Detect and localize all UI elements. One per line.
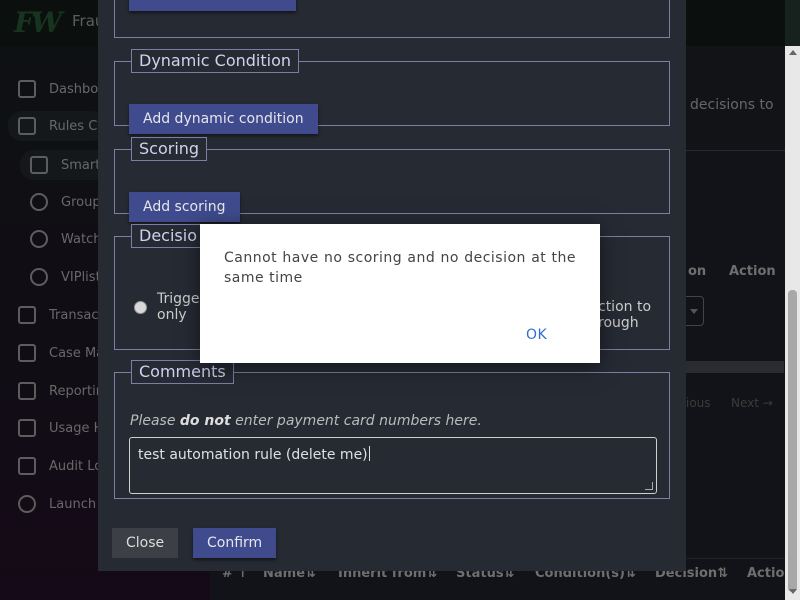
comments-warning-emphasis: do not (179, 413, 231, 429)
dynamic-condition-legend: Dynamic Condition (131, 49, 299, 73)
decision-legend: Decisio (131, 224, 205, 248)
scroll-down-icon[interactable] (789, 589, 797, 594)
add-scoring-button[interactable]: Add scoring (129, 192, 240, 222)
alert-message: Cannot have no scoring and no decision a… (224, 250, 576, 286)
resize-grip-icon[interactable] (645, 482, 653, 490)
decision-trigger-label: Trigge (157, 291, 200, 307)
page-vertical-scrollbar[interactable] (785, 46, 800, 600)
comments-warning-suffix: enter payment card numbers here. (230, 413, 482, 429)
comments-textarea-value: test automation rule (delete me) (138, 447, 368, 463)
decision-trigger-radio[interactable] (134, 301, 147, 314)
scroll-up-icon[interactable] (789, 50, 797, 55)
add-dynamic-condition-button[interactable]: Add dynamic condition (129, 104, 318, 134)
comments-warning-prefix: Please (130, 413, 180, 429)
decision-trigger-label-2: only (157, 307, 187, 323)
scoring-legend: Scoring (131, 137, 208, 161)
alert-ok-button[interactable]: OK (526, 327, 547, 343)
dynamic-condition-section: Dynamic Condition Add dynamic condition (114, 49, 670, 134)
decision-action-label: ction to (598, 299, 652, 315)
static-condition-section: Add static condition (114, 0, 670, 38)
close-button[interactable]: Close (112, 528, 179, 558)
scrollbar-thumb[interactable] (788, 290, 797, 592)
scoring-section: Scoring Add scoring (114, 137, 670, 222)
comments-textarea[interactable]: test automation rule (delete me) (129, 437, 657, 494)
comments-section: Comments Please do not enter payment car… (114, 360, 670, 499)
decision-action-label-2: rough (598, 315, 639, 331)
confirm-button[interactable]: Confirm (193, 528, 277, 558)
comments-legend: Comments (131, 360, 234, 384)
comments-warning: Please do not enter payment card numbers… (130, 413, 482, 429)
add-static-condition-button[interactable]: Add static condition (129, 0, 297, 11)
